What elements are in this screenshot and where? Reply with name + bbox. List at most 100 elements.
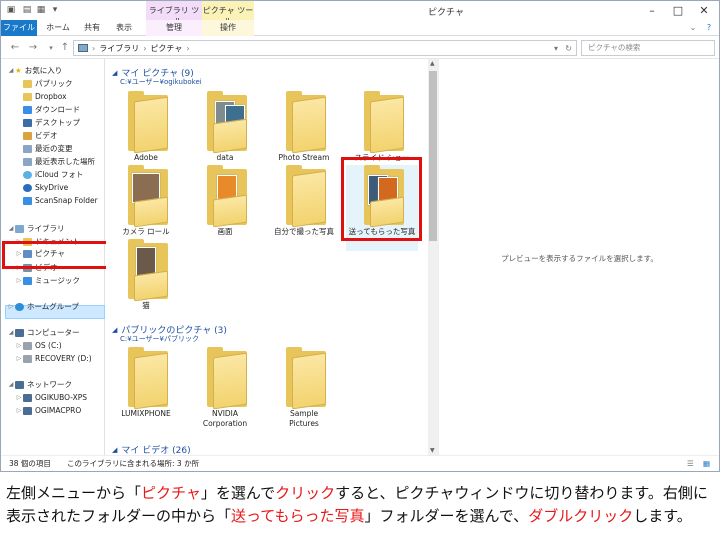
scroll-down-icon[interactable]: ▼ <box>430 447 435 454</box>
skydrive-icon <box>23 184 32 192</box>
ribbon-expand-icon[interactable]: ⌄ <box>687 20 699 36</box>
scrollbar-thumb[interactable] <box>429 71 437 241</box>
tab-share[interactable]: 共有 <box>77 20 107 36</box>
folder-icon <box>207 165 247 228</box>
nav-item-recent-places[interactable]: 最近表示した場所 <box>23 156 95 168</box>
network-computer-icon <box>23 394 32 402</box>
network-computer-icon <box>23 407 32 415</box>
recent-dropdown-icon[interactable]: ▾ <box>45 42 57 54</box>
folder-icon <box>23 93 32 101</box>
nav-libraries[interactable]: ◢ ライブラリ <box>7 223 65 235</box>
folder-icon <box>128 347 168 410</box>
library-icon <box>15 225 24 233</box>
tab-file[interactable]: ファイル <box>1 20 37 36</box>
tab-view[interactable]: 表示 <box>109 20 139 36</box>
maximize-button[interactable]: □ <box>665 1 691 20</box>
homegroup-icon <box>15 303 24 311</box>
folder-icon <box>128 165 168 228</box>
address-bar-row: ← → ▾ ↑ › ライブラリ › ピクチャ › ▾ ↻ ピクチャの検索 <box>1 37 719 59</box>
minimize-button[interactable]: – <box>639 1 665 20</box>
back-icon[interactable]: ← <box>9 42 21 54</box>
folder-lumixphone[interactable]: LUMIXPHONE <box>110 347 182 433</box>
breadcrumb-separator-icon: › <box>186 43 190 53</box>
details-view-icon[interactable]: ☰ <box>687 456 694 472</box>
nav-item-dropbox[interactable]: Dropbox <box>23 91 67 103</box>
nav-item-desktop[interactable]: デスクトップ <box>23 117 80 129</box>
nav-computer[interactable]: ◢ コンピューター <box>7 327 80 339</box>
nav-item-scansnap[interactable]: ScanSnap Folder <box>23 195 98 207</box>
highlight-received-photos-annotation <box>341 157 422 241</box>
folder-my-photos[interactable]: 自分で撮った写真 <box>268 165 340 251</box>
folder-icon <box>286 165 326 228</box>
nav-item-downloads[interactable]: ダウンロード <box>23 104 80 116</box>
forward-icon[interactable]: → <box>27 42 39 54</box>
address-box[interactable]: › ライブラリ › ピクチャ › ▾ ↻ <box>73 40 577 56</box>
icloud-icon <box>23 171 32 179</box>
tab-operate[interactable]: 操作 <box>202 20 254 36</box>
title-bar: ▣ ▤ ▦ ▾ ライブラリ ツール ピクチャ ツール ピクチャ – □ ✕ <box>1 1 719 26</box>
nav-network[interactable]: ◢ ネットワーク <box>7 379 72 391</box>
folder-cat[interactable]: 猫 <box>110 239 182 325</box>
nav-favorites[interactable]: ◢ ★ お気に入り <box>7 65 63 77</box>
desktop-icon <box>23 119 32 127</box>
ribbon-tabs: ファイル ホーム 共有 表示 管理 操作 ⌄ ? <box>1 20 719 36</box>
nav-item-icloud[interactable]: iCloud フォト <box>23 169 83 181</box>
tab-manage[interactable]: 管理 <box>146 20 202 36</box>
tab-home[interactable]: ホーム <box>41 20 75 36</box>
scroll-up-icon[interactable]: ▲ <box>430 60 435 67</box>
nav-item-video[interactable]: ビデオ <box>23 130 58 142</box>
nav-item-os-c[interactable]: ▷ OS (C:) <box>15 340 62 352</box>
nav-item-ogimacpro[interactable]: ▷ OGIMACPRO <box>15 405 81 417</box>
breadcrumb-pictures[interactable]: ピクチャ <box>150 43 182 54</box>
item-count: 38 個の項目 <box>9 459 51 468</box>
music-icon <box>23 277 32 285</box>
large-icons-view-icon[interactable]: ▦ <box>703 456 710 472</box>
instruction-caption: 左側メニューから「ピクチャ」を選んでクリックすると、ピクチャウィンドウに切り替わ… <box>6 484 708 525</box>
up-icon[interactable]: ↑ <box>59 42 71 54</box>
nav-item-recent-changes[interactable]: 最近の変更 <box>23 143 73 155</box>
group-path: C:¥ユーザー¥ogikubokei <box>120 78 202 86</box>
folder-icon: ▣ <box>6 5 16 15</box>
folder-icon <box>23 80 32 88</box>
nav-item-music[interactable]: ▷ ミュージック <box>15 275 80 287</box>
breadcrumb-libraries[interactable]: ライブラリ <box>99 43 139 54</box>
breadcrumb-separator-icon: › <box>143 43 147 53</box>
folder-icon <box>128 239 168 302</box>
window-title: ピクチャ <box>428 8 464 18</box>
recent-places-icon <box>23 158 32 166</box>
address-dropdown-icon[interactable]: ▾ <box>554 44 558 53</box>
folder-sample-pictures[interactable]: Sample Pictures <box>268 347 340 433</box>
breadcrumb-separator-icon: › <box>92 43 96 53</box>
library-icon <box>78 44 88 52</box>
scansnap-icon <box>23 197 32 205</box>
nav-item-skydrive[interactable]: SkyDrive <box>23 182 68 194</box>
folder-screen[interactable]: 画面 <box>189 165 261 251</box>
file-list: ◢ マイ ピクチャ (9) C:¥ユーザー¥ogikubokei Adobe da… <box>106 59 428 455</box>
picture-tools-context: ピクチャ ツール <box>202 1 254 26</box>
folder-icon <box>286 91 326 154</box>
help-icon[interactable]: ? <box>703 20 715 36</box>
folder-icon <box>286 347 326 410</box>
explorer-window: ▣ ▤ ▦ ▾ ライブラリ ツール ピクチャ ツール ピクチャ – □ ✕ ファ… <box>0 0 720 472</box>
vertical-scrollbar[interactable]: ▲ ▼ <box>428 59 438 455</box>
highlight-pictures-annotation <box>2 241 110 269</box>
folder-nvidia[interactable]: NVIDIA Corporation <box>189 347 261 433</box>
preview-message: プレビューを表示するファイルを選択します。 <box>501 254 658 263</box>
new-folder-icon[interactable]: ▦ <box>35 4 47 16</box>
customize-toolbar-icon[interactable]: ▾ <box>49 4 61 16</box>
nav-item-public[interactable]: パブリック <box>23 78 73 90</box>
preview-pane: プレビューを表示するファイルを選択します。 <box>438 59 719 455</box>
properties-icon[interactable]: ▤ <box>21 4 33 16</box>
download-icon <box>23 106 32 114</box>
group-path: C:¥ユーザー¥パブリック <box>120 335 200 343</box>
drive-icon <box>23 355 32 363</box>
close-button[interactable]: ✕ <box>691 1 717 20</box>
group-header-my-videos[interactable]: ◢ マイ ビデオ (26) <box>112 443 191 456</box>
search-input[interactable]: ピクチャの検索 <box>581 40 715 56</box>
computer-icon <box>15 329 24 337</box>
nav-homegroup[interactable]: ▷ ホームグループ <box>7 301 79 313</box>
refresh-icon[interactable]: ↻ <box>565 44 572 53</box>
folder-icon <box>207 91 247 154</box>
nav-item-recovery-d[interactable]: ▷ RECOVERY (D:) <box>15 353 92 365</box>
nav-item-ogikubo-xps[interactable]: ▷ OGIKUBO-XPS <box>15 392 87 404</box>
